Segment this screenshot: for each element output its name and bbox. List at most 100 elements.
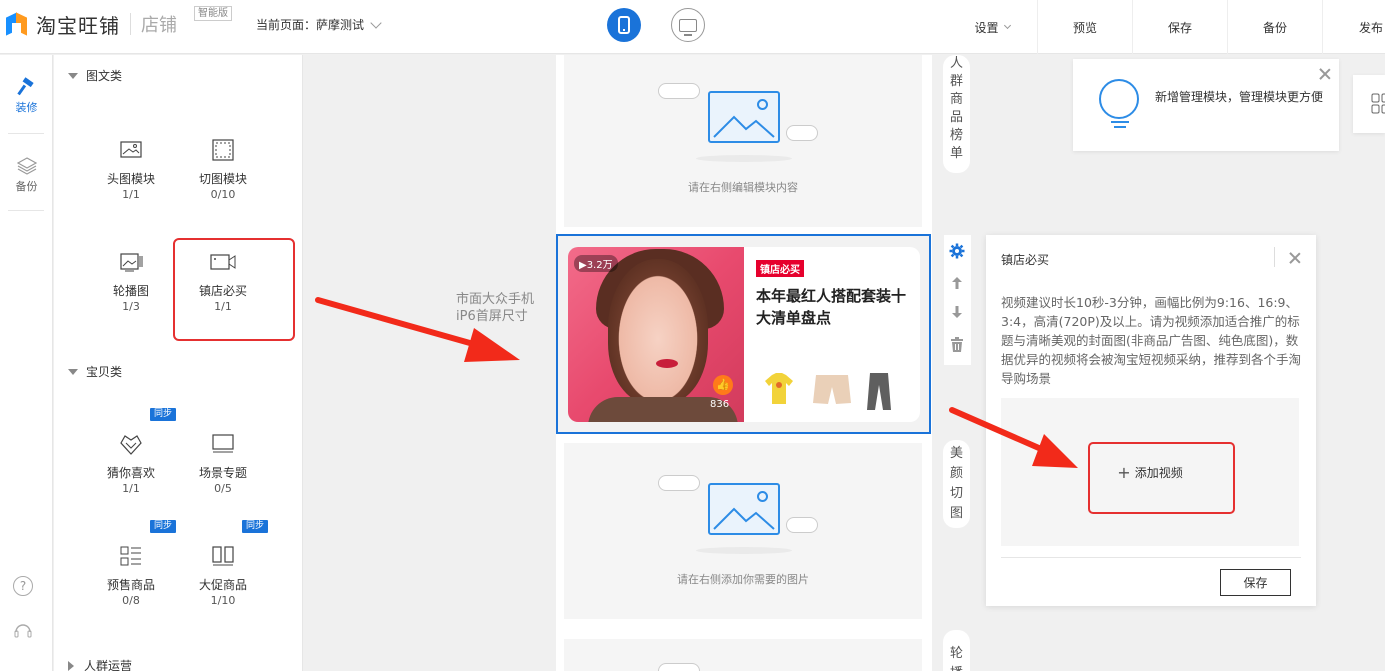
arrow-up-icon[interactable] [949, 275, 965, 291]
side-tab-label: 美颜切图 [949, 446, 963, 521]
current-page-value: 萨摩测试 [316, 18, 365, 32]
trash-icon[interactable] [949, 337, 965, 353]
preview-button[interactable]: 预览 [1037, 0, 1132, 54]
canvas-block-image[interactable]: 请在右侧添加你需要的图片 [564, 443, 922, 619]
editor-save-button[interactable]: 保存 [1220, 569, 1291, 596]
logo-divider [130, 13, 131, 35]
nav-divider [8, 210, 44, 211]
module-count: 0/10 [210, 188, 236, 201]
layers-icon [16, 156, 37, 176]
module-name: 猜你喜欢 [106, 466, 155, 480]
image-icon [118, 139, 144, 161]
module-promo[interactable]: 大促商品 1/10 [178, 545, 268, 609]
side-tab-carousel[interactable]: 轮播 [943, 630, 970, 671]
help-icon[interactable]: ? [13, 576, 33, 596]
settings-menu[interactable]: 设置 [947, 0, 1037, 54]
backup-label: 备份 [1262, 20, 1287, 35]
logo-sub: 店铺 [141, 15, 177, 36]
arrow-down-icon[interactable] [949, 304, 965, 320]
backup-button[interactable]: 备份 [1227, 0, 1322, 54]
lightbulb-icon [1099, 79, 1139, 119]
caret-down-icon [68, 72, 78, 79]
chevron-down-icon [370, 16, 382, 29]
mobile-view-button[interactable] [607, 8, 641, 42]
module-banner[interactable]: 头图模块 1/1 [86, 139, 176, 203]
cloud-icon [658, 83, 700, 99]
section-image-text[interactable]: 图文类 [68, 67, 122, 84]
monitor-icon [679, 18, 697, 36]
product-shorts-icon[interactable] [812, 371, 852, 410]
highlight-box [173, 238, 295, 341]
side-tab-label: 轮播 [949, 646, 963, 671]
headset-icon[interactable] [13, 621, 33, 644]
section-title: 宝贝类 [86, 365, 123, 379]
nav-item-backup[interactable]: 备份 [0, 156, 53, 194]
gear-icon[interactable] [949, 243, 965, 259]
nav-item-decorate[interactable]: 装修 [0, 77, 53, 115]
section-products[interactable]: 宝贝类 [68, 363, 122, 380]
close-icon[interactable] [1318, 67, 1332, 81]
cloud-icon [658, 475, 700, 491]
editor-separator [1274, 247, 1275, 267]
top-bar: 淘宝旺铺 店铺 智能版 当前页面： 萨摩测试 设置 预览 保存 备份 发布 [0, 0, 1385, 54]
placeholder-text: 请在右侧编辑模块内容 [688, 181, 798, 194]
side-tab-label: 人群商品榜单 [949, 56, 963, 161]
product-pants-icon[interactable] [866, 371, 892, 414]
module-count: 1/10 [210, 594, 236, 607]
editor-title: 镇店必买 [1001, 253, 1050, 267]
video-card[interactable]: ▶3.2万 👍 836 镇店必买 本年最红人搭配套装十大清单盘点 [568, 247, 920, 422]
video-thumbnail[interactable]: ▶3.2万 👍 836 [568, 247, 744, 422]
module-count: 1/3 [122, 300, 140, 313]
side-tab-beauty-crop[interactable]: 美颜切图 [943, 440, 970, 528]
module-presale[interactable]: 预售商品 0/8 [86, 545, 176, 609]
module-carousel[interactable]: 轮播图 1/3 [86, 251, 176, 315]
current-page-selector[interactable]: 当前页面： 萨摩测试 [256, 16, 382, 33]
screen-size-label: 市面大众手机iP6首屏尺寸 [456, 292, 535, 324]
module-name: 切图模块 [198, 172, 247, 186]
list-grid-icon [118, 545, 144, 567]
nav-label: 装修 [15, 101, 38, 114]
product-tshirt-icon[interactable] [764, 371, 794, 410]
pc-view-button[interactable] [671, 8, 705, 42]
preview-label: 预览 [1072, 20, 1097, 35]
editor-description: 视频建议时长10秒-3分钟，画幅比例为9:16、16:9、3:4，高清(720P… [1001, 295, 1302, 386]
cloud-icon [658, 663, 700, 671]
sync-badge: 同步 [150, 408, 177, 421]
module-name: 轮播图 [112, 284, 149, 298]
image-placeholder-icon [708, 91, 780, 143]
phone-icon [618, 16, 630, 34]
manage-modules-button[interactable] [1353, 75, 1385, 133]
sync-badge: 同步 [242, 520, 269, 533]
section-audience[interactable]: 人群运营 [68, 657, 132, 671]
logo-mark-icon [4, 11, 30, 37]
block-toolbar [944, 235, 971, 365]
selected-video-block[interactable]: ▶3.2万 👍 836 镇店必买 本年最红人搭配套装十大清单盘点 [556, 234, 931, 434]
module-count: 1/1 [122, 188, 140, 201]
module-name: 场景专题 [198, 466, 247, 480]
section-title: 人群运营 [84, 659, 133, 671]
caret-down-icon [68, 368, 78, 375]
logo[interactable]: 淘宝旺铺 店铺 [4, 10, 177, 38]
video-title: 本年最红人搭配套装十大清单盘点 [756, 287, 907, 327]
placeholder-shadow [696, 155, 792, 162]
canvas-block-banner[interactable]: 请在右侧编辑模块内容 [564, 55, 922, 227]
module-panel: 图文类 头图模块 1/1 切图模块 0/10 轮播图 1/3 镇店必买 1/1 … [54, 55, 303, 671]
module-name: 大促商品 [198, 578, 247, 592]
side-tab-audience-ranking[interactable]: 人群商品榜单 [943, 55, 970, 173]
module-name: 头图模块 [106, 172, 155, 186]
module-scene-topic[interactable]: 场景专题 0/5 [178, 433, 268, 497]
publish-button[interactable]: 发布 [1322, 0, 1385, 54]
close-icon[interactable] [1288, 251, 1302, 265]
save-top-button[interactable]: 保存 [1132, 0, 1227, 54]
module-name: 预售商品 [106, 578, 155, 592]
columns-icon [210, 545, 236, 567]
thumbs-up-icon: 👍 [713, 375, 733, 395]
module-guess-you-like[interactable]: 猜你喜欢 1/1 [86, 433, 176, 497]
canvas-block-next[interactable] [564, 639, 922, 671]
top-actions: 设置 预览 保存 备份 发布 [947, 0, 1385, 54]
heart-diamond-icon [118, 433, 144, 455]
module-editor-panel: 镇店必买 视频建议时长10秒-3分钟，画幅比例为9:16、16:9、3:4，高清… [986, 235, 1316, 606]
module-crop[interactable]: 切图模块 0/10 [178, 139, 268, 203]
highlight-box [1088, 442, 1235, 514]
module-count: 1/1 [122, 482, 140, 495]
